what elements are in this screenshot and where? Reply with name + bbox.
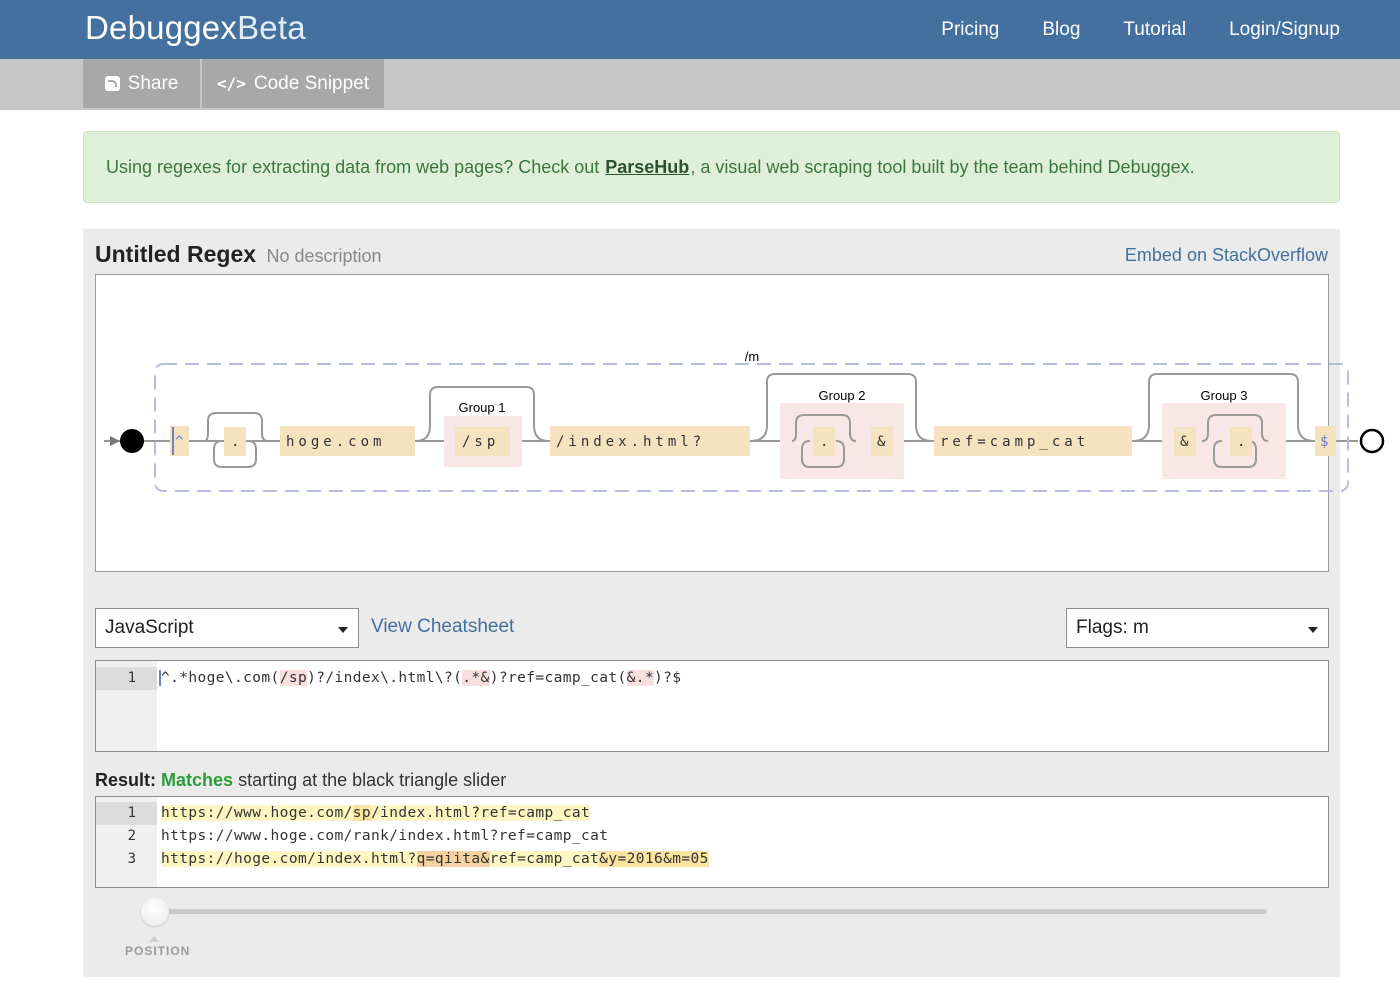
alert-text-after: , a visual web scraping tool built by th… [690, 156, 1195, 177]
test-line-code[interactable]: https://hoge.com/index.html?q=qiita&ref=… [161, 848, 709, 871]
caret-token: ^ [175, 434, 183, 450]
literal-ref-camp-cat: ref=camp_cat [940, 434, 1089, 450]
regex-group-3: &.* [626, 670, 655, 686]
test-line-1[interactable]: 1 https://www.hoge.com/sp/index.html?ref… [96, 802, 1328, 825]
group-2-label: Group 2 [819, 388, 866, 403]
language-selected: JavaScript [105, 617, 194, 638]
start-node-icon [120, 429, 144, 453]
flag-m-label: /m [745, 349, 759, 364]
line-number: 3 [127, 851, 136, 867]
regex-group-2: .*& [462, 670, 490, 686]
position-slider-track[interactable] [168, 909, 1267, 914]
line-number: 1 [96, 667, 157, 690]
test-line-3[interactable]: 3 https://hoge.com/index.html?q=qiita&re… [96, 848, 1328, 871]
literal-index-html: /index.html? [556, 434, 705, 450]
group-1-label: Group 1 [459, 400, 506, 415]
regex-code[interactable]: ^.*hoge\.com(/sp)?/index\.html\?(.*&)?re… [159, 667, 682, 690]
regex-title[interactable]: Untitled Regex [95, 241, 256, 267]
group-2-amp-token: & [877, 434, 886, 450]
alert-text-before: Using regexes for extracting data from w… [106, 156, 605, 177]
line-number: 1 [96, 802, 157, 825]
language-select[interactable]: JavaScript [95, 608, 359, 648]
match-group-3: &y=2016&m=05 [599, 851, 709, 867]
test-line-2[interactable]: 2 https://www.hoge.com/rank/index.html?r… [96, 825, 1328, 848]
match-segment: https://hoge.com/index.html? [161, 851, 417, 867]
brand-suffix: Beta [237, 9, 306, 46]
nav-pricing-link[interactable]: Pricing [941, 19, 999, 41]
dot-any-token: . [231, 434, 239, 450]
flags-select[interactable]: Flags: m [1066, 608, 1329, 648]
position-label: POSITION [125, 944, 191, 958]
parsehub-link[interactable]: ParseHub [605, 157, 689, 178]
regex-group-1: /sp [279, 670, 308, 686]
embed-stackoverflow-link[interactable]: Embed on StackOverflow [1125, 245, 1328, 266]
regex-header: Untitled Regex No description [95, 241, 382, 268]
literal-hoge-com: hoge.com [286, 434, 385, 450]
chevron-down-icon [1308, 627, 1318, 633]
code-icon: </> [216, 74, 246, 93]
code-snippet-label: Code Snippet [253, 72, 370, 94]
result-detail: starting at the black triangle slider [233, 770, 507, 790]
share-button[interactable]: Share [83, 59, 200, 108]
dollar-token: $ [1320, 434, 1328, 450]
match-segment: ref=camp_cat [489, 851, 600, 867]
top-navbar: DebuggexBeta Pricing Blog Tutorial Login… [0, 0, 1400, 59]
parsehub-alert: Using regexes for extracting data from w… [83, 131, 1340, 203]
nav-tutorial-link[interactable]: Tutorial [1123, 19, 1186, 41]
group-3-amp-token: & [1180, 434, 1189, 450]
group-1-literal: /sp [462, 434, 499, 450]
position-slider-handle[interactable] [141, 898, 169, 926]
regex-part: ^.*hoge\.com( [161, 670, 280, 686]
brand-logo[interactable]: DebuggexBeta [85, 9, 306, 47]
regex-part: )?$ [654, 670, 682, 686]
test-line-code[interactable]: https://www.hoge.com/rank/index.html?ref… [161, 825, 608, 848]
regex-editor[interactable]: 1 ^.*hoge\.com(/sp)?/index\.html\?(.*&)?… [95, 660, 1329, 752]
share-icon [104, 76, 120, 91]
railroad-svg: /m ^ . hoge.com Group 1 /sp /index.html?… [104, 349, 1385, 492]
result-label: Result: [95, 770, 157, 790]
group-2-dot-token: . [820, 434, 828, 450]
match-group-2: q=qiita& [416, 851, 490, 867]
result-status: Result: Matches starting at the black tr… [95, 770, 506, 791]
match-status: Matches [161, 770, 234, 790]
group-3-dot-token: . [1237, 434, 1245, 450]
end-node-icon [1359, 428, 1385, 454]
code-snippet-button[interactable]: </> Code Snippet [202, 59, 384, 108]
regex-railroad-diagram: /m ^ . hoge.com Group 1 /sp /index.html?… [95, 274, 1385, 572]
group-3-label: Group 3 [1201, 388, 1248, 403]
view-cheatsheet-link[interactable]: View Cheatsheet [371, 616, 514, 638]
test-line-code[interactable]: https://www.hoge.com/sp/index.html?ref=c… [161, 802, 591, 825]
line-number: 2 [127, 828, 136, 844]
regex-panel: Untitled Regex No description Embed on S… [83, 229, 1385, 977]
nav-links: Pricing Blog Tutorial Login/Signup [898, 0, 1340, 59]
match-group-1: sp [352, 805, 371, 821]
brand-main: Debuggex [85, 9, 238, 46]
regex-line[interactable]: 1 ^.*hoge\.com(/sp)?/index\.html\?(.*&)?… [96, 667, 1328, 690]
share-label: Share [127, 72, 179, 94]
chevron-down-icon [338, 627, 348, 633]
match-segment: /index.html?ref=camp_cat [371, 805, 591, 821]
sub-toolbar: Share </> Code Snippet [0, 59, 1400, 110]
triangle-up-icon [149, 936, 159, 942]
test-string-editor[interactable]: 1 https://www.hoge.com/sp/index.html?ref… [95, 796, 1329, 888]
nav-blog-link[interactable]: Blog [1042, 19, 1080, 41]
nav-login-link[interactable]: Login/Signup [1229, 19, 1340, 41]
match-segment: https://www.hoge.com/ [161, 805, 353, 821]
regex-part: )?ref=camp_cat( [489, 670, 627, 686]
regex-part: )?/index\.html\?( [307, 670, 463, 686]
regex-description[interactable]: No description [266, 246, 381, 266]
flags-selected: Flags: m [1076, 617, 1149, 638]
